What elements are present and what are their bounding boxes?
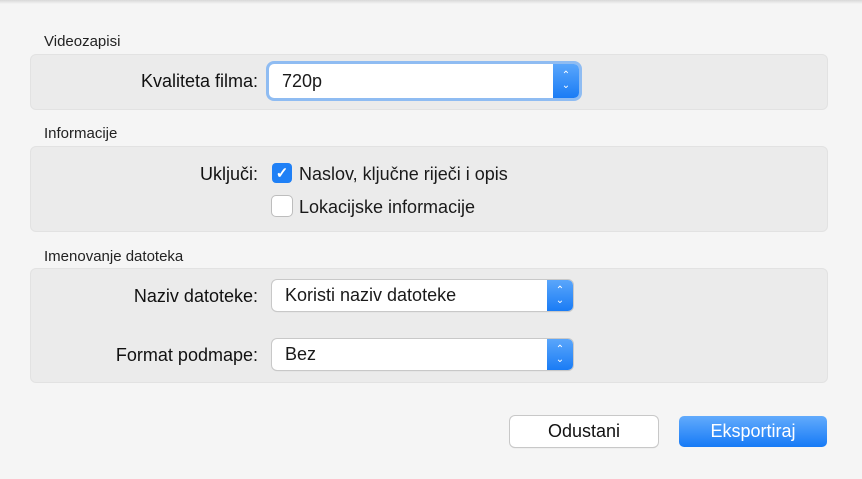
include-label: Uključi: xyxy=(199,164,258,184)
subfolder-value: Bez xyxy=(285,344,317,364)
chevron-updown-icon: ⌃ ⌄ xyxy=(547,339,573,370)
cancel-button[interactable]: Odustani xyxy=(510,416,658,447)
quality-value: 720p xyxy=(282,70,323,91)
chevron-updown-icon: ⌃ ⌄ xyxy=(553,64,579,98)
info-group: Uključi: ✓ Naslov, ključne riječi i opis… xyxy=(30,146,828,232)
chevron-updown-icon: ⌃ ⌄ xyxy=(547,280,573,311)
checkbox-title-keywords[interactable]: ✓ xyxy=(272,163,292,183)
subfolder-select[interactable]: Bez ⌃ ⌄ xyxy=(272,339,573,370)
quality-select[interactable]: 720p ⌃ ⌄ xyxy=(269,64,579,98)
checkbox-location-label[interactable]: Lokacijske informacije xyxy=(299,197,475,218)
quality-label: Kvaliteta filma: xyxy=(140,71,258,91)
filename-label: Naziv datoteke: xyxy=(133,286,258,306)
subfolder-label: Format podmape: xyxy=(115,345,258,365)
section-title-video: Videozapisi xyxy=(44,33,121,50)
filename-value: Koristi naziv datoteke xyxy=(285,285,457,305)
export-button[interactable]: Eksportiraj xyxy=(679,416,827,447)
section-title-info: Informacije xyxy=(44,125,118,142)
section-title-naming: Imenovanje datoteka xyxy=(44,248,184,265)
naming-group: Naziv datoteke: Koristi naziv datoteke ⌃… xyxy=(30,268,828,383)
video-group: Kvaliteta filma: 720p ⌃ ⌄ xyxy=(30,54,828,110)
filename-select[interactable]: Koristi naziv datoteke ⌃ ⌄ xyxy=(272,280,573,311)
checkbox-title-keywords-label[interactable]: Naslov, ključne riječi i opis xyxy=(299,164,508,185)
window-top-edge xyxy=(0,0,862,4)
checkbox-location[interactable] xyxy=(272,196,292,216)
